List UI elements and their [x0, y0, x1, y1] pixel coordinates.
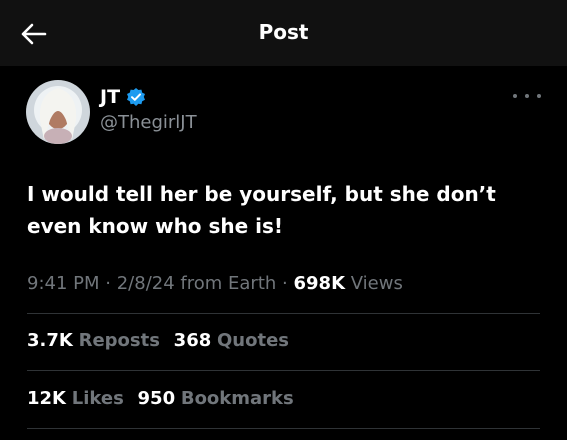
more-dot — [525, 94, 529, 98]
author-name[interactable]: JT — [100, 86, 146, 108]
post-text: I would tell her be yourself, but she do… — [27, 182, 496, 238]
engagement-row-reposts: 3.7K Reposts 368 Quotes — [27, 330, 297, 351]
bookmarks-count: 950 — [137, 388, 176, 409]
quotes-label: Quotes — [216, 330, 289, 351]
engagement-row-likes: 12K Likes 950 Bookmarks — [27, 388, 302, 409]
likes-label: Likes — [71, 388, 124, 409]
meta-separator: · — [282, 273, 288, 294]
reposts-count: 3.7K — [27, 330, 73, 351]
views-count: 698K — [293, 273, 346, 294]
bookmarks-stat[interactable]: 950 Bookmarks — [138, 388, 294, 409]
post-time[interactable]: 9:41 PM — [27, 273, 100, 294]
author-handle[interactable]: @ThegirlJT — [100, 112, 197, 133]
more-dot — [513, 94, 517, 98]
divider — [27, 370, 540, 371]
more-options-icon[interactable] — [513, 86, 541, 106]
likes-count: 12K — [27, 388, 66, 409]
avatar-image — [26, 80, 90, 144]
meta-separator: · — [105, 273, 111, 294]
post-source: from Earth — [180, 273, 277, 294]
post-meta: 9:41 PM · 2/8/24 from Earth · 698K Views — [27, 273, 403, 294]
divider — [27, 428, 540, 429]
verified-badge-icon — [127, 88, 146, 106]
bookmarks-label: Bookmarks — [180, 388, 294, 409]
views-label: Views — [350, 273, 403, 294]
quotes-count: 368 — [173, 330, 212, 351]
more-dot — [537, 94, 541, 98]
reposts-label: Reposts — [78, 330, 160, 351]
author-display-name: JT — [100, 86, 121, 108]
likes-stat[interactable]: 12K Likes — [27, 388, 124, 409]
top-bar: Post — [0, 0, 567, 66]
quotes-stat[interactable]: 368 Quotes — [174, 330, 289, 351]
post-date[interactable]: 2/8/24 — [117, 273, 175, 294]
page-title: Post — [258, 20, 309, 44]
reposts-stat[interactable]: 3.7K Reposts — [27, 330, 160, 351]
divider — [27, 313, 540, 314]
avatar[interactable] — [26, 80, 90, 144]
